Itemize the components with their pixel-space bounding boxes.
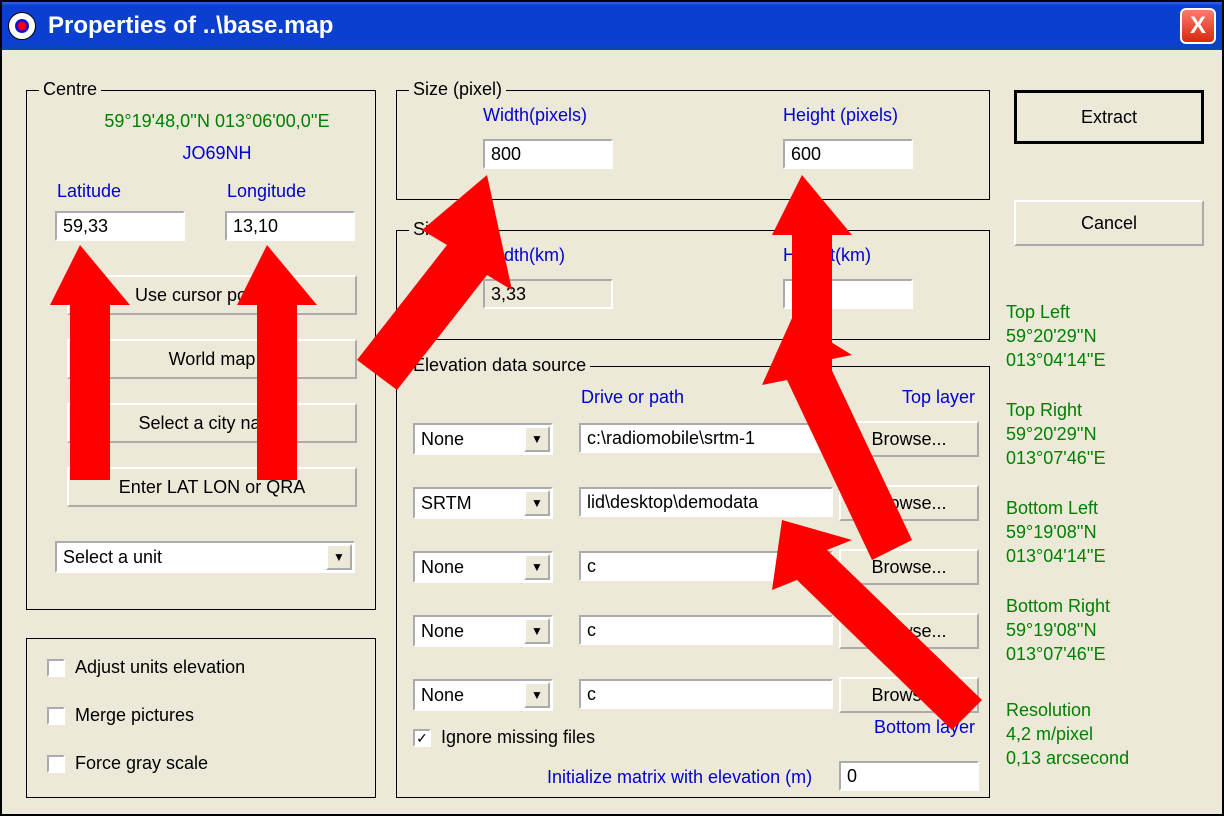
checkbox-icon: [47, 707, 65, 725]
chevron-down-icon: ▼: [524, 618, 550, 644]
client-area: Centre 59°19'48,0''N 013°06'00,0''E JO69…: [2, 50, 1222, 814]
elev-path-4[interactable]: [579, 679, 833, 709]
width-pixels-input[interactable]: [483, 139, 613, 169]
close-button[interactable]: X: [1180, 8, 1216, 44]
res2: 0,13 arcsecond: [1006, 748, 1129, 769]
tl-label: Top Left: [1006, 302, 1070, 323]
bottom-layer-label: Bottom layer: [874, 717, 975, 738]
height-km-input[interactable]: [783, 279, 913, 309]
res-label: Resolution: [1006, 700, 1091, 721]
elev-browse-4[interactable]: Browse...: [839, 677, 979, 713]
bl-label: Bottom Left: [1006, 498, 1098, 519]
app-icon: [8, 12, 36, 40]
lat-label: Latitude: [57, 181, 121, 202]
cancel-button[interactable]: Cancel: [1014, 200, 1204, 246]
close-icon: X: [1190, 12, 1206, 40]
checkbox-icon: [47, 755, 65, 773]
chevron-down-icon: ▼: [524, 426, 550, 452]
tl-lat: 59°20'29''N: [1006, 326, 1097, 347]
centre-locator: JO69NH: [67, 143, 367, 164]
elev-group: Elevation data source Drive or path Top …: [396, 366, 990, 798]
elev-type-4[interactable]: None▼: [413, 679, 553, 711]
top-layer-label: Top layer: [902, 387, 975, 408]
width-km-label: Width(km): [483, 245, 565, 266]
chevron-down-icon: ▼: [524, 682, 550, 708]
elev-path-3[interactable]: [579, 615, 833, 645]
bl-lon: 013°04'14''E: [1006, 546, 1106, 567]
elev-browse-2[interactable]: Browse...: [839, 549, 979, 585]
init-label: Initialize matrix with elevation (m): [547, 767, 812, 788]
adjust-units-checkbox[interactable]: Adjust units elevation: [47, 657, 245, 678]
tl-lon: 013°04'14''E: [1006, 350, 1106, 371]
ignore-checkbox[interactable]: ✓ Ignore missing files: [413, 727, 595, 748]
cursor-position-button[interactable]: Use cursor position: [67, 275, 357, 315]
elev-type-0[interactable]: None▼: [413, 423, 553, 455]
window: Properties of ..\base.map X Centre 59°19…: [0, 0, 1224, 816]
extract-button[interactable]: Extract: [1014, 90, 1204, 144]
width-km-input: [483, 279, 613, 309]
enter-latlon-button[interactable]: Enter LAT LON or QRA: [67, 467, 357, 507]
select-city-button[interactable]: Select a city name: [67, 403, 357, 443]
res1: 4,2 m/pixel: [1006, 724, 1093, 745]
height-pixels-input[interactable]: [783, 139, 913, 169]
options-group: Adjust units elevation Merge pictures Fo…: [26, 638, 376, 798]
checkbox-icon: ✓: [413, 729, 431, 747]
lon-input[interactable]: [225, 211, 355, 241]
window-title: Properties of ..\base.map: [48, 12, 1180, 40]
width-pixels-label: Width(pixels): [483, 105, 587, 126]
tr-lon: 013°07'46''E: [1006, 448, 1106, 469]
size-pixel-group: Size (pixel) Width(pixels) Height (pixel…: [396, 90, 990, 200]
br-lon: 013°07'46''E: [1006, 644, 1106, 665]
tr-label: Top Right: [1006, 400, 1082, 421]
centre-coord-text: 59°19'48,0''N 013°06'00,0''E: [67, 111, 367, 132]
checkbox-icon: [47, 659, 65, 677]
elev-type-2[interactable]: None▼: [413, 551, 553, 583]
lat-input[interactable]: [55, 211, 185, 241]
titlebar: Properties of ..\base.map X: [2, 2, 1222, 50]
init-value[interactable]: [839, 761, 979, 791]
chevron-down-icon: ▼: [524, 490, 550, 516]
br-label: Bottom Right: [1006, 596, 1110, 617]
elev-path-0[interactable]: [579, 423, 833, 453]
height-km-label: Height(km): [783, 245, 871, 266]
elev-type-1[interactable]: SRTM▼: [413, 487, 553, 519]
world-map-button[interactable]: World map: [67, 339, 357, 379]
size-pixel-legend: Size (pixel): [409, 79, 506, 100]
height-pixels-label: Height (pixels): [783, 105, 898, 126]
drive-path-label: Drive or path: [581, 387, 684, 408]
lon-label: Longitude: [227, 181, 306, 202]
size-km-group: Size(km) Width(km) Height(km): [396, 230, 990, 340]
force-gray-checkbox[interactable]: Force gray scale: [47, 753, 208, 774]
elev-legend: Elevation data source: [409, 355, 590, 376]
bl-lat: 59°19'08''N: [1006, 522, 1097, 543]
centre-legend: Centre: [39, 79, 101, 100]
elev-path-1[interactable]: [579, 487, 833, 517]
chevron-down-icon: ▼: [524, 554, 550, 580]
elev-path-2[interactable]: [579, 551, 833, 581]
br-lat: 59°19'08''N: [1006, 620, 1097, 641]
elev-type-3[interactable]: None▼: [413, 615, 553, 647]
tr-lat: 59°20'29''N: [1006, 424, 1097, 445]
size-km-legend: Size(km): [409, 219, 488, 240]
merge-pictures-checkbox[interactable]: Merge pictures: [47, 705, 194, 726]
centre-group: Centre 59°19'48,0''N 013°06'00,0''E JO69…: [26, 90, 376, 610]
elev-browse-3[interactable]: Browse...: [839, 613, 979, 649]
elev-browse-1[interactable]: Browse...: [839, 485, 979, 521]
chevron-down-icon: ▼: [326, 544, 352, 570]
elev-browse-0[interactable]: Browse...: [839, 421, 979, 457]
unit-select[interactable]: Select a unit ▼: [55, 541, 355, 573]
